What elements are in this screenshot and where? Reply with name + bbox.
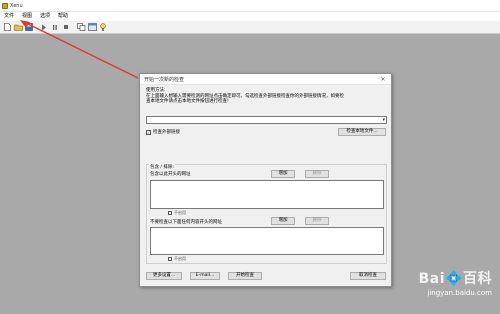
menu-file[interactable]: 文件 (0, 12, 18, 21)
check-external-row[interactable]: ✓ 检查外部链接 (146, 129, 180, 135)
exclude-not-enabled-row[interactable]: 不启用 (168, 256, 186, 262)
start-check-button[interactable]: 开始检查 (228, 272, 262, 280)
delete-include-button[interactable]: 删除 (305, 170, 329, 178)
include-not-enabled-checkbox[interactable] (168, 211, 172, 215)
window-icon[interactable] (87, 22, 97, 32)
include-list[interactable] (150, 180, 384, 209)
dialog-title: 开始一次新的检查 (144, 76, 185, 83)
stop-icon[interactable] (61, 22, 71, 32)
include-not-enabled-row[interactable]: 不启用 (168, 210, 186, 216)
add-include-button[interactable]: 增加 (271, 170, 295, 178)
menu-help[interactable]: 帮助 (54, 12, 72, 21)
exclude-label: 不要检查以下面任何内容开头的网址 (150, 220, 222, 225)
toolbar (0, 21, 500, 34)
save-icon[interactable] (24, 22, 34, 32)
watermark-url: jingyan.baidu.com (427, 289, 492, 297)
url-combobox[interactable]: ▾ (146, 116, 387, 124)
delete-exclude-button[interactable]: 删除 (305, 217, 329, 225)
xenu-app-icon (2, 2, 8, 9)
usage-instructions: 使用方法: 在上面输入想输入需要检测的网址点击确定即可。勾选检查外部链接检查你的… (146, 88, 386, 105)
help-icon[interactable] (98, 22, 108, 32)
menu-view[interactable]: 视图 (18, 12, 36, 21)
chevron-down-icon[interactable]: ▾ (382, 117, 385, 124)
group-label: 包含 / 排除: (149, 164, 175, 170)
cancel-check-button[interactable]: 取消检查 (350, 272, 386, 280)
check-external-label: 检查外部链接 (153, 130, 180, 135)
local-file-button[interactable]: 检查本地文件... (338, 128, 386, 136)
baidu-watermark: Bai💠百科 jingyan.baidu.com (419, 268, 492, 297)
usage-text-line2: 查本地文件请点击本地文件按钮进行检查! (146, 99, 229, 104)
check-external-checkbox[interactable]: ✓ (146, 129, 151, 135)
pause-icon[interactable] (50, 22, 60, 32)
more-settings-button[interactable]: 更多设置... (146, 272, 182, 280)
menubar: 文件 视图 选项 帮助 (0, 12, 500, 21)
new-icon[interactable] (2, 22, 12, 32)
watermark-logo: Bai💠百科 (418, 271, 492, 287)
copy-icon[interactable] (76, 22, 86, 32)
add-exclude-button[interactable]: 增加 (271, 217, 295, 225)
open-icon[interactable] (13, 22, 23, 32)
exclude-not-enabled-label: 不启用 (174, 256, 186, 261)
app-titlebar: Xenu (0, 0, 500, 12)
exclude-list[interactable] (150, 227, 384, 255)
new-check-dialog: 开始一次新的检查 ✕ 使用方法: 在上面输入想输入需要检测的网址点击确定即可。勾… (139, 73, 392, 287)
app-title: Xenu (10, 2, 23, 9)
play-icon[interactable] (39, 22, 49, 32)
menu-options[interactable]: 选项 (36, 12, 54, 21)
include-not-enabled-label: 不启用 (174, 210, 186, 215)
exclude-not-enabled-checkbox[interactable] (168, 257, 172, 261)
dialog-titlebar: 开始一次新的检查 ✕ (140, 74, 391, 85)
email-button[interactable]: E-mail... (190, 272, 220, 280)
include-label: 包含以此开头的网址 (150, 172, 191, 177)
close-icon[interactable]: ✕ (379, 76, 387, 83)
include-exclude-group: 包含 / 排除: 包含以此开头的网址 增加 删除 不启用 不要检查以下面任何内容… (146, 164, 387, 264)
